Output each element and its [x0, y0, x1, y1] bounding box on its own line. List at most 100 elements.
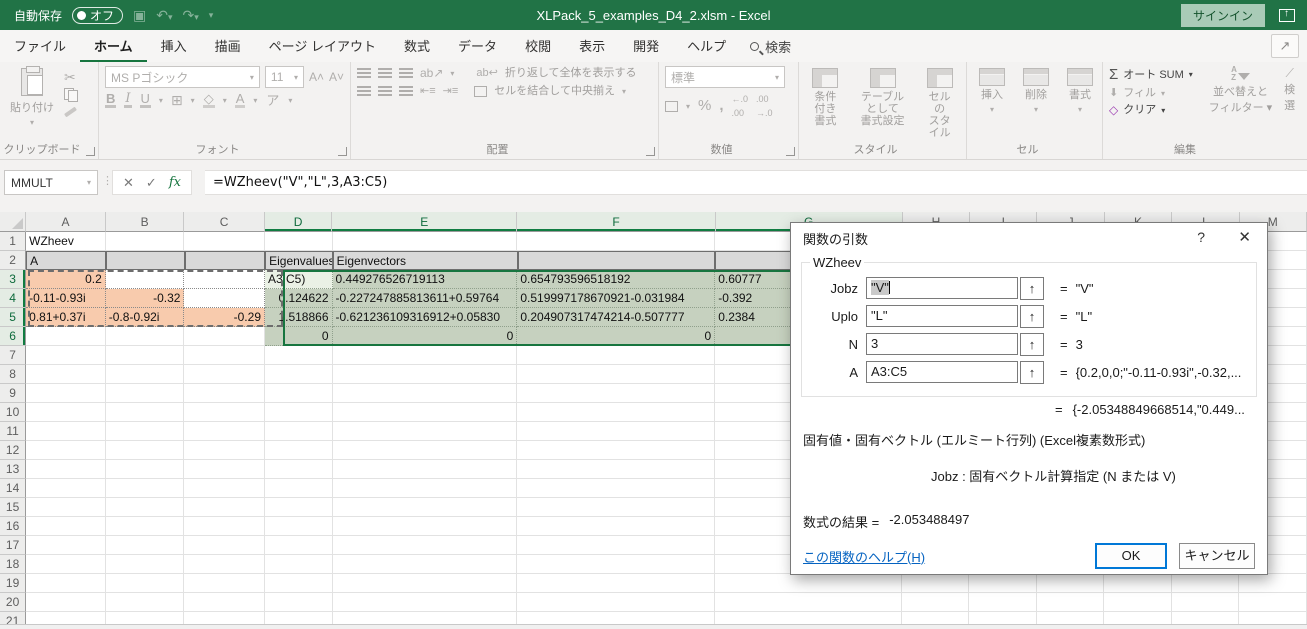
cell-E4[interactable]: -0.227247885813611+0.59764 — [333, 289, 518, 308]
cell-F16[interactable] — [517, 517, 715, 536]
merge-center-label[interactable]: セルを結合して中央揃え — [494, 85, 615, 97]
collapse-dialog-icon-uplo[interactable]: ↑ — [1020, 305, 1044, 328]
cell-E19[interactable] — [333, 574, 518, 593]
cell-E11[interactable] — [333, 422, 518, 441]
font-color-icon[interactable]: A — [235, 92, 246, 108]
cell-B10[interactable] — [106, 403, 185, 422]
number-format-combo[interactable]: 標準▾ — [665, 66, 785, 88]
cell-A9[interactable] — [26, 384, 106, 403]
insert-function-icon[interactable]: fx — [169, 175, 181, 190]
column-header-D[interactable]: D — [265, 212, 332, 232]
clear-button[interactable]: ◇ クリア ▾ — [1109, 103, 1193, 117]
arg-input-jobz[interactable]: "V" — [866, 277, 1018, 299]
cell-B13[interactable] — [106, 460, 185, 479]
cell-B16[interactable] — [106, 517, 185, 536]
wrap-text-icon[interactable]: ab↩ — [476, 66, 497, 80]
arg-input-a[interactable]: A3:C5 — [866, 361, 1018, 383]
accounting-format-icon[interactable] — [665, 101, 678, 112]
cell-J19[interactable] — [1037, 574, 1105, 593]
cell-B20[interactable] — [106, 593, 185, 612]
cell-D17[interactable] — [265, 536, 333, 555]
row-header-19[interactable]: 19 — [0, 574, 26, 593]
cell-I19[interactable] — [969, 574, 1037, 593]
align-top-icon[interactable] — [357, 68, 371, 79]
conditional-formatting-button[interactable]: 条件付き 書式 — [805, 66, 846, 141]
cell-E10[interactable] — [333, 403, 518, 422]
cell-C3[interactable] — [184, 270, 265, 289]
ribbon-tab-5[interactable]: ページ レイアウト — [255, 29, 390, 63]
cell-F8[interactable] — [517, 365, 715, 384]
cell-A16[interactable] — [26, 517, 106, 536]
select-label[interactable]: 選 — [1284, 100, 1295, 112]
cell-F15[interactable] — [517, 498, 715, 517]
cell-F11[interactable] — [517, 422, 715, 441]
row-header-2[interactable]: 2 — [0, 251, 26, 270]
cell-B17[interactable] — [106, 536, 185, 555]
number-dialog-launcher-icon[interactable] — [786, 147, 795, 156]
cell-G19[interactable] — [715, 574, 902, 593]
row-header-17[interactable]: 17 — [0, 536, 26, 555]
cell-E9[interactable] — [333, 384, 518, 403]
format-cells-button[interactable]: 書式 ▾ — [1061, 66, 1099, 141]
cancel-entry-icon[interactable]: ✕ — [123, 175, 134, 191]
row-header-3[interactable]: 3 — [0, 270, 26, 289]
cell-F10[interactable] — [517, 403, 715, 422]
ribbon-tab-3[interactable]: 挿入 — [147, 29, 201, 63]
cell-A20[interactable] — [26, 593, 106, 612]
font-size-combo[interactable]: 11▾ — [265, 66, 304, 88]
row-header-7[interactable]: 7 — [0, 346, 26, 365]
cell-D10[interactable] — [265, 403, 333, 422]
cell-B1[interactable] — [106, 232, 185, 251]
cell-C17[interactable] — [184, 536, 265, 555]
ribbon-display-options-icon[interactable] — [1279, 9, 1295, 22]
arg-input-n[interactable]: 3 — [866, 333, 1018, 355]
formula-input[interactable]: =WZheev("V","L",3,A3:C5) — [205, 170, 1307, 195]
row-header-1[interactable]: 1 — [0, 232, 26, 251]
row-header-6[interactable]: 6 — [0, 327, 26, 346]
ribbon-tab-7[interactable]: データ — [444, 29, 511, 63]
font-name-combo[interactable]: MS Pゴシック▾ — [105, 66, 260, 88]
redo-icon[interactable]: ↷▾ — [183, 7, 199, 24]
cell-D2[interactable]: Eigenvalues — [265, 251, 333, 270]
cell-F5[interactable]: 0.204907317474214-0.507777 — [517, 308, 715, 327]
percent-icon[interactable]: % — [698, 99, 711, 113]
cell-H20[interactable] — [902, 593, 970, 612]
cell-D7[interactable] — [265, 346, 333, 365]
underline-button[interactable]: U — [140, 92, 151, 108]
cell-A13[interactable] — [26, 460, 106, 479]
cell-A6[interactable] — [26, 327, 106, 346]
cell-E5[interactable]: -0.621236109316912+0.05830 — [333, 308, 518, 327]
cell-C19[interactable] — [184, 574, 265, 593]
cell-B12[interactable] — [106, 441, 185, 460]
cell-C18[interactable] — [184, 555, 265, 574]
ribbon-tab-1[interactable]: ファイル — [0, 29, 80, 63]
cell-E6[interactable]: 0 — [333, 327, 518, 346]
cell-F13[interactable] — [517, 460, 715, 479]
cell-C4[interactable] — [184, 289, 265, 308]
cell-D5[interactable]: 1.518866 — [265, 308, 333, 327]
cell-I20[interactable] — [969, 593, 1037, 612]
cell-M19[interactable] — [1239, 574, 1307, 593]
cell-E17[interactable] — [333, 536, 518, 555]
dialog-close-icon[interactable]: ✕ — [1238, 228, 1251, 246]
cancel-button[interactable]: キャンセル — [1179, 543, 1255, 569]
cell-F3[interactable]: 0.654793596518192 — [517, 270, 715, 289]
cell-A19[interactable] — [26, 574, 106, 593]
row-header-9[interactable]: 9 — [0, 384, 26, 403]
cell-B3[interactable] — [106, 270, 185, 289]
column-header-C[interactable]: C — [184, 212, 264, 232]
function-help-link[interactable]: この関数のヘルプ(H) — [803, 547, 925, 566]
column-header-E[interactable]: E — [332, 212, 517, 232]
cell-D15[interactable] — [265, 498, 333, 517]
cell-B9[interactable] — [106, 384, 185, 403]
collapse-dialog-icon-a[interactable]: ↑ — [1020, 361, 1044, 384]
collapse-dialog-icon-n[interactable]: ↑ — [1020, 333, 1044, 356]
ribbon-tab-11[interactable]: ヘルプ — [673, 29, 740, 63]
cell-F1[interactable] — [517, 232, 715, 251]
cell-F2[interactable] — [518, 251, 716, 270]
cell-D16[interactable] — [265, 517, 333, 536]
align-bottom-icon[interactable] — [399, 68, 413, 79]
name-box[interactable]: MMULT ▾ — [4, 170, 98, 195]
cut-icon[interactable]: ✂ — [64, 70, 78, 84]
row-header-10[interactable]: 10 — [0, 403, 26, 422]
